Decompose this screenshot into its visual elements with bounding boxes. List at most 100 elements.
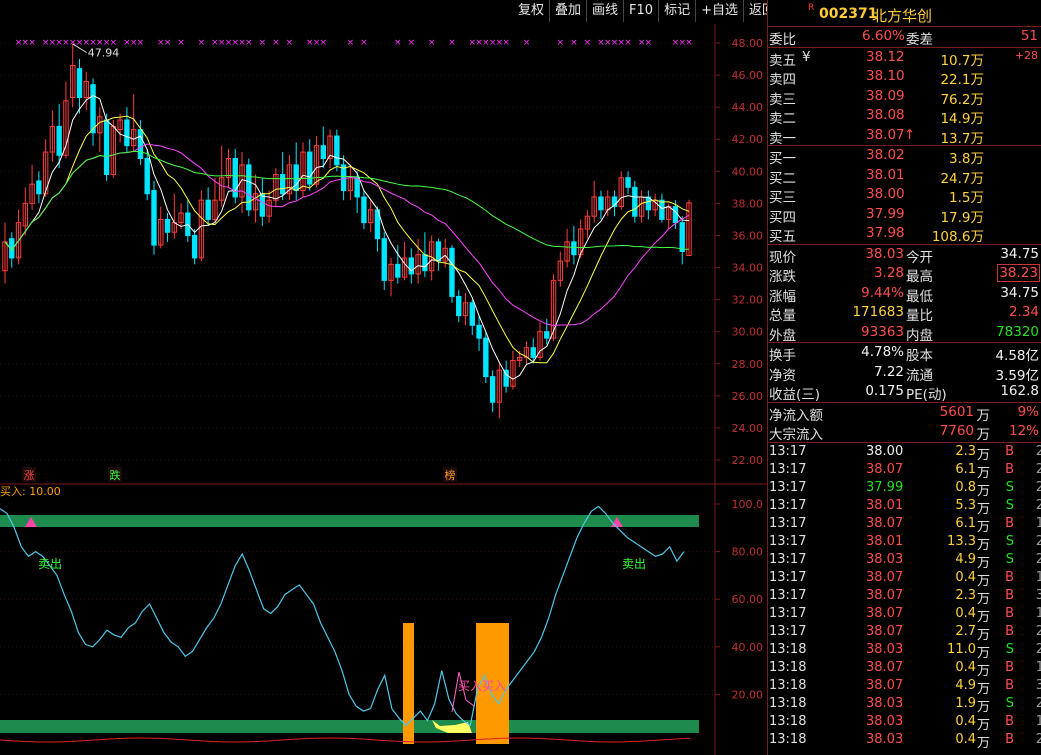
price-axis-label: 22.00 [732,454,764,467]
ask-volume: 76.2万 [940,91,984,108]
trade-side: B [1005,515,1014,531]
price-axis-label: 30.00 [732,326,764,339]
stat-value: 4.58亿 [995,348,1039,364]
signal-marker-x: × [28,38,36,48]
trade-time: 13:18 [769,677,807,693]
trade-volume: 2.3 [955,443,976,459]
trade-row: 13:1838.030.4万B1 [768,713,1041,733]
price-axis-label: 34.00 [732,262,764,275]
stock-name[interactable]: 北方华创 [872,5,932,26]
trade-count: 1 [1036,516,1041,531]
trade-side: B [1005,713,1014,729]
candle-body [483,337,489,378]
candle-body [151,190,157,246]
signal-marker-x: × [557,38,565,48]
signal-marker-x: × [272,38,280,48]
price-axis-label: 28.00 [732,358,764,371]
trade-row: 13:1838.070.4万B1 [768,659,1041,679]
stat-value: 162.8 [1000,383,1039,399]
candle-body [679,222,685,252]
toolbar-button[interactable]: 复权 [513,0,551,22]
stat-value: 2.34 [1008,304,1039,320]
stat-label: 总量 [769,308,796,324]
overbought-band [0,515,699,527]
ask-row: 卖二 38.08 14.9万 [768,106,1041,127]
trade-price: 38.07 [866,515,904,531]
stat-value: 9.44% [861,284,904,301]
signal-marker-x: × [320,38,328,48]
trade-volume: 1.9 [955,695,976,711]
trade-count: 2 [1036,624,1041,639]
trade-unit: 万 [976,735,990,751]
stat-value: 0.175 [865,383,904,399]
ask-change: +28 [1014,48,1038,62]
stat-label: 换手 [769,348,796,364]
toolbar-button[interactable]: F10 [624,0,660,22]
event-tag: 榜 [445,468,456,482]
candle-body [361,196,367,224]
toolbar-button[interactable]: +自选 [696,0,744,22]
signal-marker-x: × [259,38,267,48]
candle-body [144,157,150,195]
price-axis-label: 24.00 [732,422,764,435]
stat-row: 涨跌 3.28 最高 38.23 [768,264,1041,285]
stat-value: 93363 [861,323,904,340]
candle-body [259,193,266,217]
signal-marker-x: × [523,38,531,48]
trade-side: S [1005,497,1014,513]
bid-price: 37.99 [866,205,905,222]
candle-body [571,241,577,256]
trade-volume: 4.9 [955,551,976,567]
stock-code[interactable]: 002371 [819,6,877,22]
trade-volume: 11.0 [947,641,976,657]
fund-flow: 净流入额 5601 万 9% 大宗流入 7760 万 12% [768,403,1041,443]
margin-marker: R [808,3,815,13]
trade-time: 13:17 [769,533,807,549]
candle-body [76,68,83,99]
trade-row: 13:1738.034.9万S2 [768,551,1041,571]
candle-body [456,295,462,317]
baseline-line [0,737,691,743]
signal-marker-x: × [584,38,592,48]
flow-label: 净流入额 [769,407,823,424]
bid-level-label: 买四 [769,209,796,226]
candle-body [293,164,299,192]
stat-value: 7.22 [873,363,904,380]
ask-price: 38.10 [866,68,905,84]
candle-body [320,145,326,159]
currency-mark: ¥ [802,48,811,65]
ask-price: 38.09 [866,87,905,104]
candle-body [103,119,110,176]
candle-body [205,199,211,220]
trade-price: 38.00 [866,443,904,459]
stat-value: 3.28 [873,265,904,281]
candle-body [530,347,536,358]
buy-label: 买入买入 [458,679,506,693]
candle-body [422,254,428,272]
signal-marker-x: × [164,38,172,48]
trade-row: 13:1738.070.4万B1 [768,569,1041,589]
signal-marker-x: × [137,38,145,48]
trade-row: 13:1738.0113.3万S2 [768,533,1041,553]
trade-side: B [1005,623,1014,639]
trade-volume: 2.3 [955,587,976,603]
stat-value: 38.23 [997,264,1040,282]
stat-row: 净资 7.22 流通 3.59亿 [768,363,1041,384]
toolbar-button[interactable]: 画线 [587,0,625,22]
trade-side: B [1005,461,1014,477]
toolbar-button[interactable]: 叠加 [550,0,588,22]
toolbar-button[interactable]: 标记 [659,0,697,22]
bid-level-label: 买二 [769,170,796,187]
bid-row: 买一 38.02 3.8万 [768,146,1041,167]
bid-volume: 3.8万 [949,151,984,167]
candle-body [659,199,665,220]
candle-body [279,174,286,195]
kline-chart-area[interactable]: 48.00 46.00 44.00 42.00 40.00 38.00 36.00 34.00… [0,0,767,755]
trade-time: 13:17 [769,551,807,567]
price-axis-label: 26.00 [732,390,764,403]
ask-level-label: 卖三 [769,91,796,108]
stat-value: 34.75 [1000,245,1039,262]
candle-body [164,218,171,233]
weicha-value: 51 [1020,28,1038,44]
trade-side: B [1005,659,1014,675]
